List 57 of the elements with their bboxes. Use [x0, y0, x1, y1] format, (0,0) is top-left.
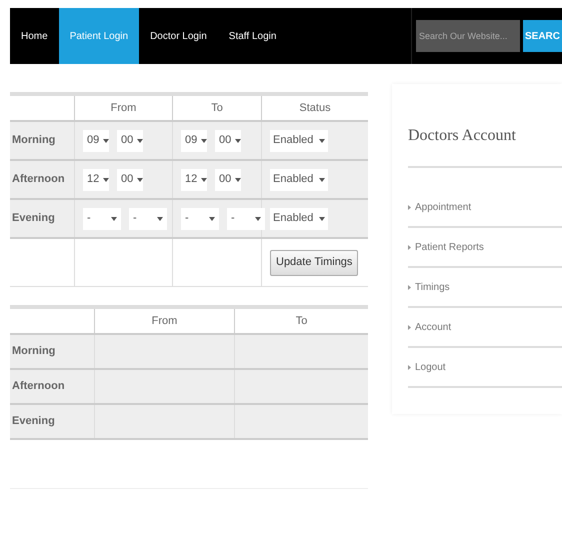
bullet-icon: [408, 244, 411, 250]
caret-icon: [111, 216, 117, 220]
caret-icon: [235, 178, 242, 182]
dropdown[interactable]: 12: [83, 168, 109, 190]
nav-link[interactable]: Home: [10, 8, 59, 64]
dropdown[interactable]: 09: [83, 130, 109, 152]
row-label: Evening: [12, 211, 55, 226]
caret-icon: [201, 178, 208, 182]
dropdown[interactable]: 00: [215, 168, 241, 190]
status-dropdown[interactable]: Enabled: [270, 130, 328, 152]
row-label: Morning: [12, 133, 56, 148]
caret-icon: [319, 178, 326, 182]
caret-icon: [103, 138, 110, 142]
dropdown[interactable]: -: [129, 208, 167, 230]
status-dropdown[interactable]: Enabled: [270, 208, 328, 230]
bullet-icon: [408, 324, 411, 330]
sidebar-link[interactable]: Account: [415, 320, 452, 334]
column-header: To: [173, 96, 262, 120]
dropdown[interactable]: 00: [117, 168, 143, 190]
caret-icon: [103, 178, 110, 182]
bullet-icon: [408, 204, 411, 210]
sidebar-title: Doctors Account: [408, 124, 562, 168]
search-field[interactable]: Search Our Website...: [416, 20, 520, 52]
dropdown[interactable]: -: [227, 208, 265, 230]
bullet-icon: [408, 364, 411, 370]
column-header: To: [294, 314, 308, 329]
caret-icon: [235, 138, 242, 142]
bullet-icon: [408, 284, 411, 290]
caret-icon: [137, 138, 144, 142]
dropdown[interactable]: 00: [117, 130, 143, 152]
caret-icon: [137, 178, 144, 182]
nav-link[interactable]: Doctor Login: [139, 8, 218, 64]
nav-link[interactable]: Staff Login: [218, 8, 288, 64]
dropdown[interactable]: 12: [181, 168, 207, 190]
column-header: From: [95, 309, 235, 333]
sidebar-link[interactable]: Logout: [415, 360, 446, 374]
sidebar-link[interactable]: Appointment: [415, 200, 472, 214]
column-header: From: [75, 96, 173, 120]
update-timings-button[interactable]: Update Timings: [270, 250, 358, 276]
column-header: Status: [298, 100, 332, 116]
status-dropdown[interactable]: Enabled: [270, 168, 328, 190]
dropdown[interactable]: 00: [215, 130, 241, 152]
sidebar-link[interactable]: Patient Reports: [415, 240, 484, 254]
caret-icon: [201, 138, 208, 142]
caret-icon: [157, 216, 163, 220]
row-label: Morning: [12, 344, 56, 360]
row-label: Afternoon: [12, 379, 65, 394]
caret-icon: [319, 138, 326, 142]
row-label: Evening: [12, 414, 55, 430]
dropdown[interactable]: 09: [181, 130, 207, 152]
dropdown[interactable]: -: [83, 208, 121, 230]
caret-icon: [209, 216, 215, 220]
caret-icon: [255, 216, 261, 220]
caret-icon: [319, 216, 326, 220]
row-label: Afternoon: [12, 172, 65, 188]
sidebar-link[interactable]: Timings: [415, 280, 450, 294]
dropdown[interactable]: -: [181, 208, 219, 230]
